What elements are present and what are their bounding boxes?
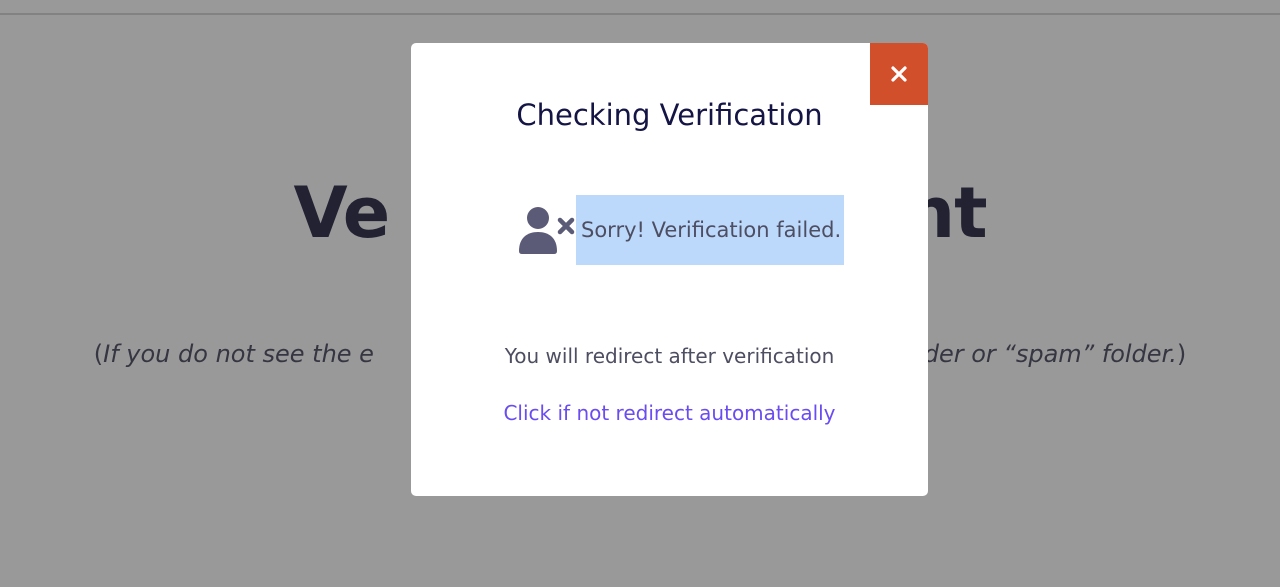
verification-modal: Checking Verification Sorry! Verificatio… <box>411 43 928 496</box>
manual-redirect-link[interactable]: Click if not redirect automatically <box>411 398 928 428</box>
status-message: Sorry! Verification failed. <box>576 195 845 265</box>
user-times-icon <box>519 207 575 254</box>
modal-title: Checking Verification <box>516 98 823 132</box>
close-icon <box>891 66 907 82</box>
verification-status: Sorry! Verification failed. <box>518 195 845 265</box>
redirect-message: You will redirect after verification <box>504 344 835 368</box>
